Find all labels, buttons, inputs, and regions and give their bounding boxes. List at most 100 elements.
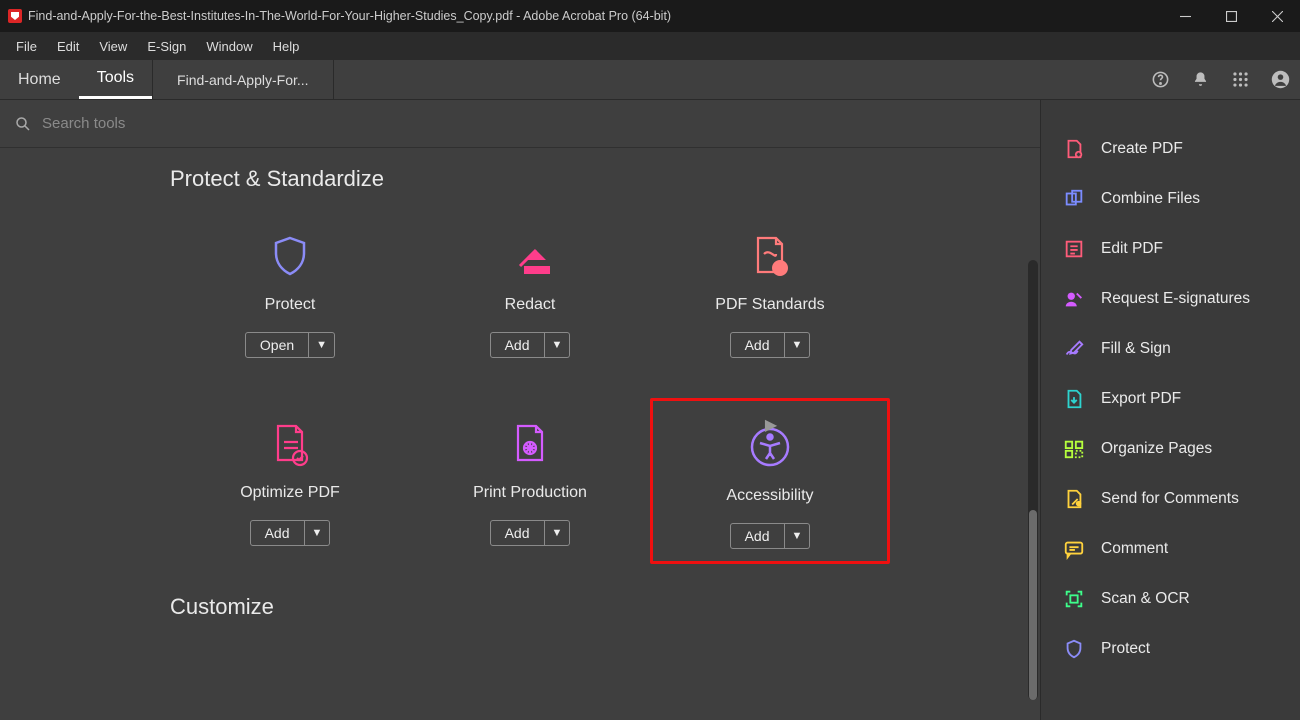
organize-pages-icon: [1063, 438, 1085, 460]
menu-edit[interactable]: Edit: [47, 35, 89, 58]
rp-edit-pdf[interactable]: Edit PDF: [1041, 224, 1300, 274]
tool-dropdown-caret[interactable]: ▼: [545, 520, 571, 546]
scan-ocr-icon: [1063, 588, 1085, 610]
tool-button-split: Add ▼: [730, 332, 811, 358]
rp-label: Comment: [1101, 540, 1168, 558]
acrobat-app-icon: [8, 9, 22, 23]
tool-label: PDF Standards: [715, 296, 824, 314]
rp-label: Fill & Sign: [1101, 340, 1171, 358]
rp-label: Scan & OCR: [1101, 590, 1190, 608]
rp-organize-pages[interactable]: Organize Pages: [1041, 424, 1300, 474]
tool-dropdown-caret[interactable]: ▼: [545, 332, 571, 358]
rp-label: Create PDF: [1101, 140, 1183, 158]
tools-content: Protect & Standardize Protect Open ▼: [0, 100, 1040, 720]
redact-eraser-icon: [504, 230, 556, 282]
search-icon: [14, 115, 32, 133]
request-esign-icon: [1063, 288, 1085, 310]
scrollbar-thumb[interactable]: [1029, 510, 1037, 700]
rp-comment[interactable]: Comment: [1041, 524, 1300, 574]
fill-sign-icon: [1063, 338, 1085, 360]
close-button[interactable]: [1254, 0, 1300, 32]
comment-icon: [1063, 538, 1085, 560]
menu-file[interactable]: File: [6, 35, 47, 58]
tool-button-split: Add ▼: [490, 332, 571, 358]
bell-icon[interactable]: [1180, 60, 1220, 99]
rp-label: Protect: [1101, 640, 1150, 658]
tool-add-button[interactable]: Add: [490, 332, 545, 358]
rp-label: Edit PDF: [1101, 240, 1163, 258]
window-title: Find-and-Apply-For-the-Best-Institutes-I…: [28, 9, 671, 23]
rp-label: Organize Pages: [1101, 440, 1212, 458]
rp-protect[interactable]: Protect: [1041, 624, 1300, 674]
tab-tools[interactable]: Tools: [79, 60, 152, 99]
tool-card-protect[interactable]: Protect Open ▼: [170, 210, 410, 370]
menu-window[interactable]: Window: [196, 35, 262, 58]
svg-text:i: i: [778, 263, 781, 275]
rp-label: Combine Files: [1101, 190, 1200, 208]
tool-button-split: Add ▼: [490, 520, 571, 546]
rp-label: Request E-signatures: [1101, 290, 1250, 308]
tool-card-pdf-standards[interactable]: i PDF Standards Add ▼: [650, 210, 890, 370]
maximize-button[interactable]: [1208, 0, 1254, 32]
top-tabs: Home Tools Find-and-Apply-For...: [0, 60, 1300, 100]
collapse-right-panel-handle[interactable]: ▶: [763, 410, 779, 440]
tool-label: Optimize PDF: [240, 484, 340, 502]
apps-grid-icon[interactable]: [1220, 60, 1260, 99]
search-input[interactable]: [42, 115, 1026, 132]
rp-create-pdf[interactable]: Create PDF: [1041, 124, 1300, 174]
edit-pdf-icon: [1063, 238, 1085, 260]
send-comments-icon: [1063, 488, 1085, 510]
minimize-button[interactable]: [1162, 0, 1208, 32]
tool-add-button[interactable]: Add: [490, 520, 545, 546]
section-protect-title: Protect & Standardize: [170, 166, 1000, 192]
tool-add-button[interactable]: Add: [730, 332, 785, 358]
tool-label: Redact: [505, 296, 556, 314]
menu-help[interactable]: Help: [263, 35, 310, 58]
title-bar: Find-and-Apply-For-the-Best-Institutes-I…: [0, 0, 1300, 32]
rp-scan-ocr[interactable]: Scan & OCR: [1041, 574, 1300, 624]
tool-card-redact[interactable]: Redact Add ▼: [410, 210, 650, 370]
combine-files-icon: [1063, 188, 1085, 210]
tool-dropdown-caret[interactable]: ▼: [309, 332, 335, 358]
rp-export-pdf[interactable]: Export PDF: [1041, 374, 1300, 424]
rp-combine-files[interactable]: Combine Files: [1041, 174, 1300, 224]
tool-button-split: Open ▼: [245, 332, 335, 358]
menu-esign[interactable]: E-Sign: [137, 35, 196, 58]
menu-view[interactable]: View: [89, 35, 137, 58]
rp-fill-sign[interactable]: Fill & Sign: [1041, 324, 1300, 374]
tool-label: Print Production: [473, 484, 587, 502]
tool-card-print-production[interactable]: Print Production Add ▼: [410, 398, 650, 564]
right-tools-panel: Create PDF Combine Files Edit PDF Reques…: [1040, 100, 1300, 720]
tool-add-button[interactable]: Add: [730, 523, 785, 549]
content-scrollbar[interactable]: [1028, 260, 1038, 700]
tool-dropdown-caret[interactable]: ▼: [305, 520, 331, 546]
optimize-pdf-icon: [264, 418, 316, 470]
tab-document[interactable]: Find-and-Apply-For...: [152, 60, 334, 99]
tool-add-button[interactable]: Add: [250, 520, 305, 546]
rp-label: Send for Comments: [1101, 490, 1239, 508]
tool-label: Accessibility: [726, 487, 813, 505]
tab-home[interactable]: Home: [0, 60, 79, 99]
tool-dropdown-caret[interactable]: ▼: [785, 523, 811, 549]
tool-button-split: Add ▼: [730, 523, 811, 549]
rp-send-for-comments[interactable]: Send for Comments: [1041, 474, 1300, 524]
tool-dropdown-caret[interactable]: ▼: [785, 332, 811, 358]
account-icon[interactable]: [1260, 60, 1300, 99]
create-pdf-icon: [1063, 138, 1085, 160]
tool-label: Protect: [265, 296, 316, 314]
tools-scroll-area[interactable]: Protect & Standardize Protect Open ▼: [0, 148, 1040, 720]
help-icon[interactable]: [1140, 60, 1180, 99]
rp-label: Export PDF: [1101, 390, 1181, 408]
tool-open-button[interactable]: Open: [245, 332, 309, 358]
search-bar: [0, 100, 1040, 148]
main-area: Protect & Standardize Protect Open ▼: [0, 100, 1300, 720]
pdf-standards-icon: i: [744, 230, 796, 282]
section-customize-title: Customize: [170, 594, 1000, 620]
rp-request-esignatures[interactable]: Request E-signatures: [1041, 274, 1300, 324]
protect-icon: [1063, 638, 1085, 660]
export-pdf-icon: [1063, 388, 1085, 410]
tool-grid: Protect Open ▼ Redact Add ▼: [170, 210, 1000, 564]
print-production-icon: [504, 418, 556, 470]
tool-card-optimize-pdf[interactable]: Optimize PDF Add ▼: [170, 398, 410, 564]
tool-button-split: Add ▼: [250, 520, 331, 546]
